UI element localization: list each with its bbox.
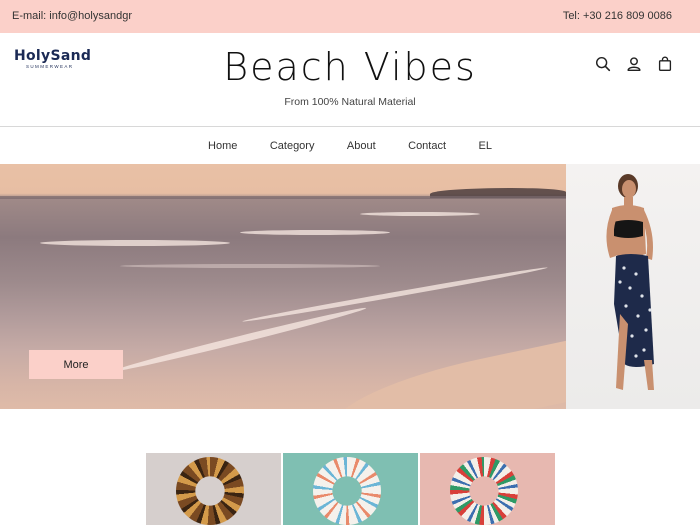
site-tagline: From 100% Natural Material [284, 96, 416, 108]
product-card[interactable] [283, 453, 418, 525]
account-icon[interactable] [625, 55, 643, 73]
wave [360, 212, 480, 216]
wave [40, 240, 230, 246]
nav-item-contact[interactable]: Contact [408, 140, 446, 152]
nav-item-language[interactable]: EL [479, 140, 492, 152]
nav-item-about[interactable]: About [347, 140, 376, 152]
product-grid [146, 453, 555, 525]
wave [120, 264, 380, 268]
floral-scrunchie-image [450, 457, 518, 525]
pattern-scrunchie-image [313, 457, 381, 525]
horizon-line [0, 196, 566, 199]
site-header: HolySand SUMMERWEAR Beach Vibes From 100… [0, 33, 700, 126]
cart-icon[interactable] [656, 55, 674, 73]
nav-item-category[interactable]: Category [270, 140, 315, 152]
nav-item-home[interactable]: Home [208, 140, 237, 152]
leopard-scrunchie-image [176, 457, 244, 525]
header-icons [594, 55, 674, 73]
top-bar: E-mail: info@holysandgr Tel: +30 216 809… [0, 0, 700, 33]
wave [241, 265, 549, 324]
beach-photo: More [0, 164, 594, 409]
wave [240, 230, 390, 235]
hero-banner: More [0, 164, 700, 409]
wave [113, 304, 367, 375]
product-card[interactable] [146, 453, 281, 525]
contact-phone[interactable]: Tel: +30 216 809 0086 [563, 10, 672, 22]
search-icon[interactable] [594, 55, 612, 73]
wet-sand [326, 337, 594, 409]
product-card[interactable] [420, 453, 555, 525]
main-nav: Home Category About Contact EL [0, 126, 700, 164]
contact-email[interactable]: E-mail: info@holysandgr [12, 10, 132, 22]
more-button[interactable]: More [29, 350, 123, 379]
model-photo[interactable] [566, 164, 700, 409]
model-figure [606, 174, 654, 390]
